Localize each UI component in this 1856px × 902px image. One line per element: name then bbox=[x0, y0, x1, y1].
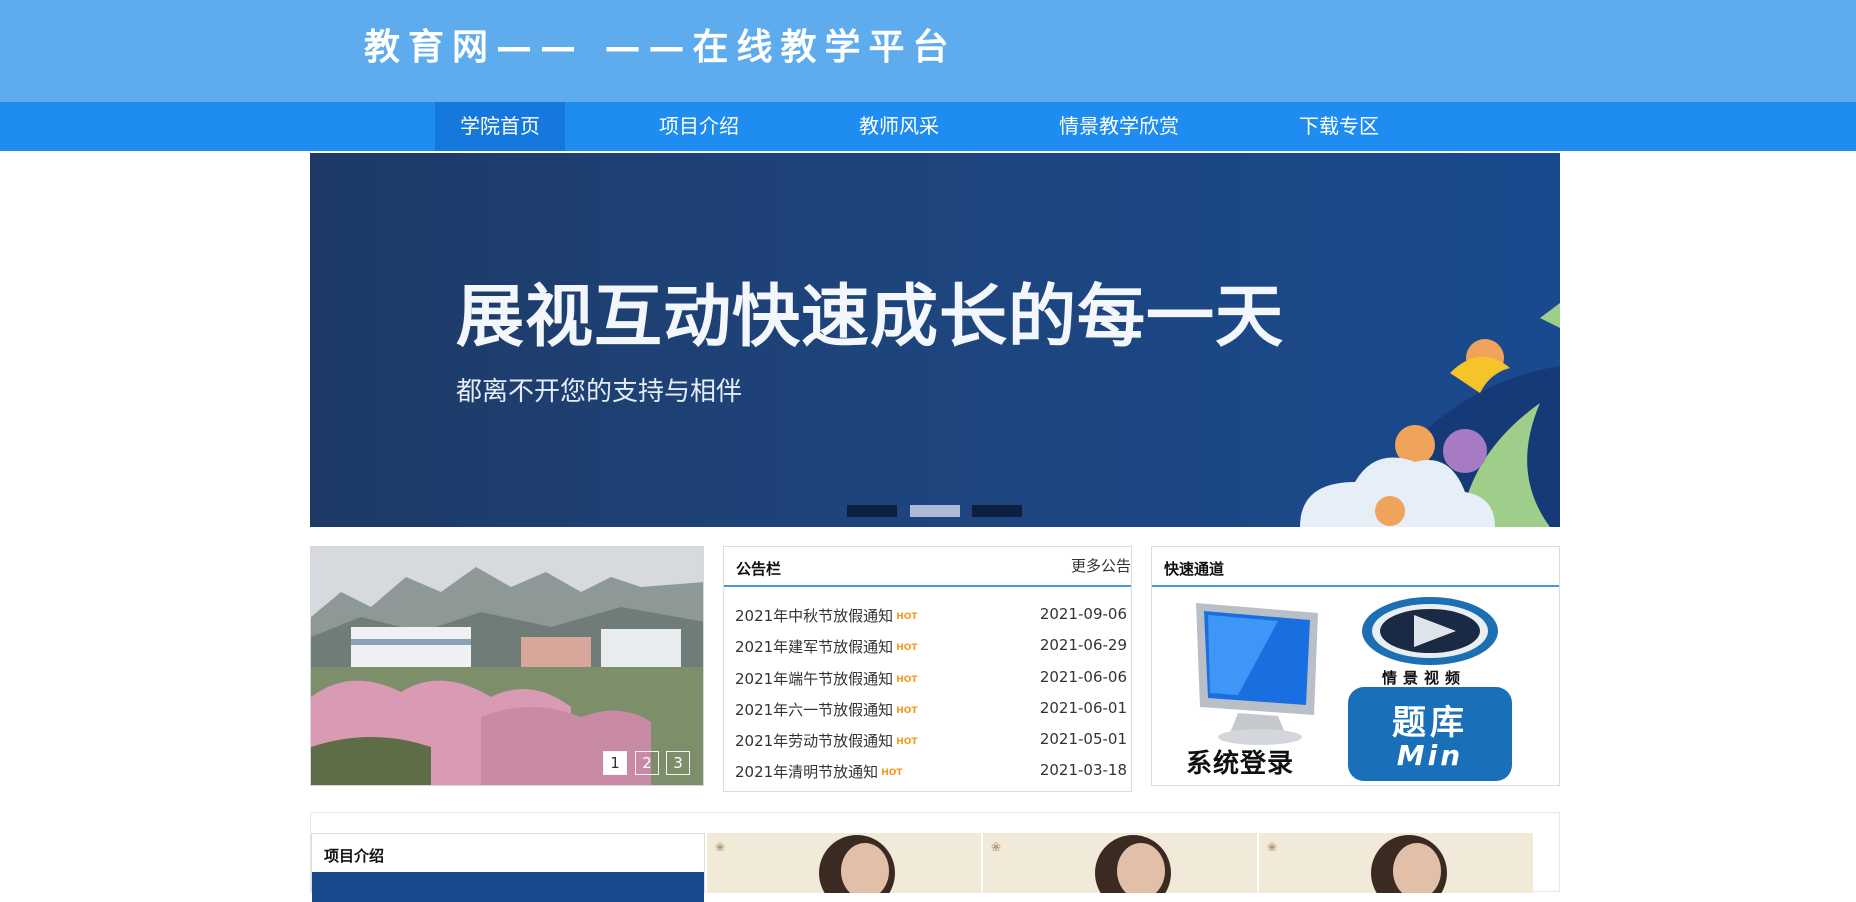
banner-subtitle: 都离不开您的支持与相伴 bbox=[456, 377, 743, 407]
teacher-photo: ❀ bbox=[1259, 833, 1533, 893]
notice-board: 公告栏 更多公告 2021年中秋节放假通知 HOT 2021-09-06 2021… bbox=[723, 546, 1132, 792]
notice-item[interactable]: 2021年六一节放假通知 HOT 2021-06-01 bbox=[735, 699, 1127, 723]
notice-item-date: 2021-09-06 bbox=[1039, 605, 1127, 623]
notice-item-title[interactable]: 2021年端午节放假通知 bbox=[735, 670, 893, 688]
question-bank-sublabel: Min bbox=[1396, 739, 1464, 772]
project-box: 项目介绍 bbox=[311, 833, 705, 902]
teacher-thumbnail[interactable]: ❀ bbox=[1259, 833, 1533, 893]
hot-badge: HOT bbox=[896, 706, 918, 716]
main-nav: 学院首页 项目介绍 教师风采 情景教学欣赏 下载专区 bbox=[0, 102, 1856, 151]
teacher-photo: ❀ bbox=[707, 833, 981, 893]
notice-item[interactable]: 2021年清明节放通知 HOT 2021-03-18 bbox=[735, 761, 1127, 785]
photo-page-2[interactable]: 2 bbox=[635, 751, 659, 775]
hot-badge: HOT bbox=[896, 612, 918, 622]
notice-item[interactable]: 2021年劳动节放假通知 HOT 2021-05-01 bbox=[735, 730, 1127, 754]
notice-item[interactable]: 2021年建军节放假通知 HOT 2021-06-29 bbox=[735, 636, 1127, 660]
svg-text:❀: ❀ bbox=[715, 840, 725, 854]
nav-item-projects[interactable]: 项目介绍 bbox=[634, 102, 764, 151]
notice-item[interactable]: 2021年中秋节放假通知 HOT 2021-09-06 bbox=[735, 605, 1127, 629]
notice-item-date: 2021-06-06 bbox=[1039, 668, 1127, 686]
teacher-photo: ❀ bbox=[983, 833, 1257, 893]
photo-page-3[interactable]: 3 bbox=[666, 751, 690, 775]
nav-item-home[interactable]: 学院首页 bbox=[435, 102, 565, 151]
notice-item[interactable]: 2021年端午节放假通知 HOT 2021-06-06 bbox=[735, 668, 1127, 692]
quick-access-panel: 快速通道 系统登录 情景视频 题库 Min bbox=[1151, 546, 1560, 786]
nav-item-scenario-teaching[interactable]: 情景教学欣赏 bbox=[1044, 102, 1194, 151]
more-notices-link[interactable]: 更多公告 bbox=[1071, 555, 1131, 576]
banner-dot-1[interactable] bbox=[847, 505, 897, 517]
scenario-video-tile[interactable]: 情景视频 bbox=[1348, 593, 1512, 687]
notice-header: 公告栏 更多公告 bbox=[724, 547, 1131, 587]
svg-text:❀: ❀ bbox=[1267, 840, 1277, 854]
notice-item-title[interactable]: 2021年清明节放通知 bbox=[735, 763, 878, 781]
quick-access-header: 快速通道 bbox=[1152, 547, 1559, 587]
hero-banner[interactable]: 展视互动快速成长的每一天 都离不开您的支持与相伴 bbox=[310, 153, 1560, 527]
hot-badge: HOT bbox=[896, 675, 918, 685]
question-bank-label: 题库 bbox=[1392, 703, 1468, 743]
banner-dot-2[interactable] bbox=[910, 505, 960, 517]
site-title: 教育网—— ——在线教学平台 bbox=[364, 27, 957, 68]
project-banner-strip bbox=[312, 872, 704, 902]
project-section: 项目介绍 ❀ ❀ ❀ bbox=[310, 812, 1560, 902]
photo-page-1[interactable]: 1 bbox=[603, 751, 627, 775]
hot-badge: HOT bbox=[896, 737, 918, 747]
question-bank-tile[interactable]: 题库 Min bbox=[1348, 687, 1512, 781]
teacher-thumbnail[interactable]: ❀ bbox=[707, 833, 981, 893]
nav-item-teachers[interactable]: 教师风采 bbox=[834, 102, 964, 151]
notice-item-title[interactable]: 2021年中秋节放假通知 bbox=[735, 607, 893, 625]
hot-badge: HOT bbox=[896, 643, 918, 653]
svg-text:❀: ❀ bbox=[991, 840, 1001, 854]
system-login-label: 系统登录 bbox=[1186, 749, 1295, 779]
notice-item-date: 2021-06-29 bbox=[1039, 636, 1127, 654]
hot-badge: HOT bbox=[881, 768, 903, 778]
campus-photo-slider[interactable]: 1 2 3 bbox=[310, 546, 704, 786]
notice-item-date: 2021-03-18 bbox=[1039, 761, 1127, 779]
teacher-thumbnail[interactable]: ❀ bbox=[983, 833, 1257, 893]
notice-item-date: 2021-06-01 bbox=[1039, 699, 1127, 717]
quick-access-title: 快速通道 bbox=[1164, 560, 1225, 578]
site-header: 教育网—— ——在线教学平台 bbox=[0, 0, 1856, 102]
scenario-video-label: 情景视频 bbox=[1382, 669, 1467, 687]
system-login-tile[interactable]: 系统登录 bbox=[1178, 595, 1328, 781]
notice-title: 公告栏 bbox=[736, 560, 782, 578]
project-title: 项目介绍 bbox=[324, 847, 385, 865]
notice-item-title[interactable]: 2021年劳动节放假通知 bbox=[735, 732, 893, 750]
banner-headline: 展视互动快速成长的每一天 bbox=[456, 278, 1285, 357]
nav-item-downloads[interactable]: 下载专区 bbox=[1274, 102, 1404, 151]
notice-item-date: 2021-05-01 bbox=[1039, 730, 1127, 748]
notice-item-title[interactable]: 2021年六一节放假通知 bbox=[735, 701, 893, 719]
banner-dot-3[interactable] bbox=[972, 505, 1022, 517]
notice-item-title[interactable]: 2021年建军节放假通知 bbox=[735, 638, 893, 656]
